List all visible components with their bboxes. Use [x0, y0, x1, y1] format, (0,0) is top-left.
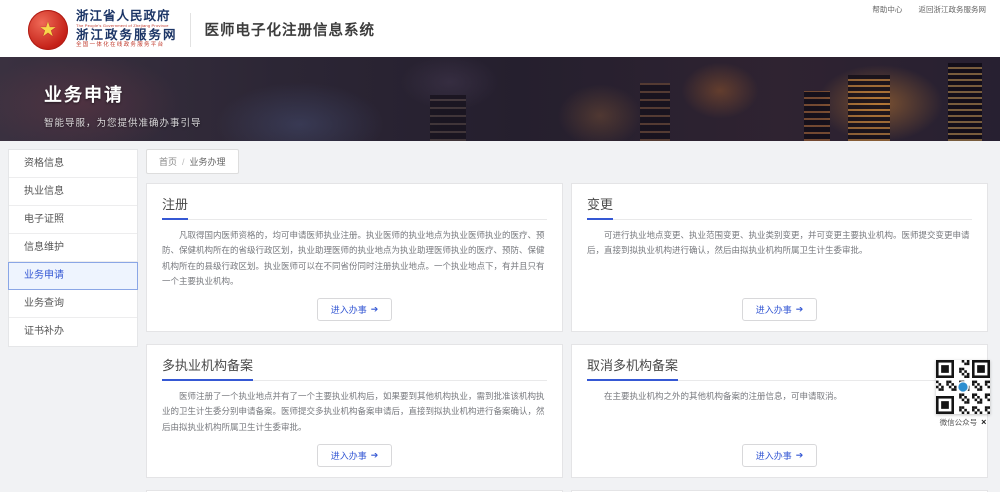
gov-name: 浙江省人民政府 — [76, 10, 178, 23]
national-emblem-icon: ★ — [28, 10, 68, 50]
card-multi-org-filing: 多执业机构备案医师注册了一个执业地点并有了一个主要执业机构后，如果要到其他机构执… — [146, 344, 563, 478]
help-center-link[interactable]: 帮助中心 — [872, 5, 902, 14]
portal-tagline: 全国一体化在线政务服务平台 — [76, 43, 178, 49]
card-button-row: 进入办事 ➔ — [162, 289, 547, 321]
header-divider — [190, 13, 191, 47]
breadcrumb-current: 业务办理 — [190, 157, 226, 167]
page: 帮助中心 返回浙江政务服务网 ★ 浙江省人民政府 The People's Go… — [0, 0, 1000, 492]
cards-grid: 注册凡取得国内医师资格的，均可申请医师执业注册。执业医师的执业地点为执业医师执业… — [146, 183, 988, 492]
card-cancel-multi-org-filing: 取消多机构备案在主要执业机构之外的其他机构备案的注册信息，可申请取消。进入办事 ➔ — [571, 344, 988, 478]
system-title: 医师电子化注册信息系统 — [205, 19, 376, 40]
emblem-star-icon: ★ — [39, 20, 57, 40]
card-title-row: 多执业机构备案 — [162, 355, 547, 381]
arrow-right-icon: ➔ — [371, 304, 379, 315]
sidebar-item-e-license[interactable]: 电子证照 — [9, 206, 137, 234]
enter-service-label: 进入办事 — [331, 449, 367, 462]
enter-service-button[interactable]: 进入办事 ➔ — [317, 444, 393, 467]
card-button-row: 进入办事 ➔ — [587, 435, 972, 467]
main-area: 资格信息执业信息电子证照信息维护业务申请业务查询证书补办 首页 / 业务办理 注册凡… — [0, 141, 1000, 492]
card-button-row: 进入办事 ➔ — [162, 435, 547, 467]
sidebar-item-info-maintenance[interactable]: 信息维护 — [9, 234, 137, 262]
topbar-links: 帮助中心 返回浙江政务服务网 — [858, 4, 986, 15]
portal-name: 浙江政务服务网 — [76, 29, 178, 42]
card-button-row: 进入办事 ➔ — [587, 289, 972, 321]
sidebar-item-practice-info[interactable]: 执业信息 — [9, 178, 137, 206]
wechat-qr-widget: 微信公众号 × — [932, 360, 994, 428]
card-register: 注册凡取得国内医师资格的，均可申请医师执业注册。执业医师的执业地点为执业医师执业… — [146, 183, 563, 332]
enter-service-button[interactable]: 进入办事 ➔ — [742, 298, 818, 321]
arrow-right-icon: ➔ — [371, 450, 379, 461]
enter-service-label: 进入办事 — [331, 303, 367, 316]
gov-logo-text: 浙江省人民政府 The People's Government of Zheji… — [76, 10, 178, 48]
enter-service-button[interactable]: 进入办事 ➔ — [742, 444, 818, 467]
card-description: 可进行执业地点变更、执业范围变更、执业类别变更，并可变更主要执业机构。医师提交变… — [587, 228, 972, 259]
banner-title: 业务申请 — [44, 81, 1000, 107]
qr-close-icon[interactable]: × — [981, 418, 986, 427]
arrow-right-icon: ➔ — [796, 304, 804, 315]
card-title: 取消多机构备案 — [587, 355, 678, 381]
card-title: 注册 — [162, 194, 188, 220]
card-description: 医师注册了一个执业地点并有了一个主要执业机构后，如果要到其他机构执业，需到批准该… — [162, 389, 547, 435]
content-area: 首页 / 业务办理 注册凡取得国内医师资格的，均可申请医师执业注册。执业医师的执业地… — [146, 149, 988, 492]
sidebar-item-certificate-reissue[interactable]: 证书补办 — [9, 318, 137, 346]
card-title-row: 取消多机构备案 — [587, 355, 972, 381]
qr-code — [936, 360, 990, 414]
site-header: 帮助中心 返回浙江政务服务网 ★ 浙江省人民政府 The People's Go… — [0, 0, 1000, 57]
brand-row: ★ 浙江省人民政府 The People's Government of Zhe… — [28, 0, 986, 57]
card-change: 变更可进行执业地点变更、执业范围变更、执业类别变更，并可变更主要执业机构。医师提… — [571, 183, 988, 332]
enter-service-label: 进入办事 — [756, 303, 792, 316]
arrow-right-icon: ➔ — [796, 450, 804, 461]
enter-service-button[interactable]: 进入办事 ➔ — [317, 298, 393, 321]
sidebar-item-business-application[interactable]: 业务申请 — [8, 262, 138, 290]
qr-caption: 微信公众号 — [940, 417, 978, 428]
banner-subtitle: 智能导服，为您提供准确办事引导 — [44, 115, 1000, 129]
hero-banner: 业务申请 智能导服，为您提供准确办事引导 — [0, 57, 1000, 141]
card-title: 多执业机构备案 — [162, 355, 253, 381]
enter-service-label: 进入办事 — [756, 449, 792, 462]
return-portal-link[interactable]: 返回浙江政务服务网 — [919, 5, 987, 14]
card-description: 在主要执业机构之外的其他机构备案的注册信息，可申请取消。 — [587, 389, 972, 404]
breadcrumb-home[interactable]: 首页 — [159, 157, 177, 167]
breadcrumb-separator: / — [182, 157, 185, 167]
card-title-row: 变更 — [587, 194, 972, 220]
sidebar-item-qualification-info[interactable]: 资格信息 — [9, 150, 137, 178]
card-description: 凡取得国内医师资格的，均可申请医师执业注册。执业医师的执业地点为执业医师执业的医… — [162, 228, 547, 289]
sidebar-menu: 资格信息执业信息电子证照信息维护业务申请业务查询证书补办 — [8, 149, 138, 347]
sidebar-item-business-query[interactable]: 业务查询 — [9, 290, 137, 318]
breadcrumb: 首页 / 业务办理 — [146, 149, 239, 174]
card-title: 变更 — [587, 194, 613, 220]
card-title-row: 注册 — [162, 194, 547, 220]
